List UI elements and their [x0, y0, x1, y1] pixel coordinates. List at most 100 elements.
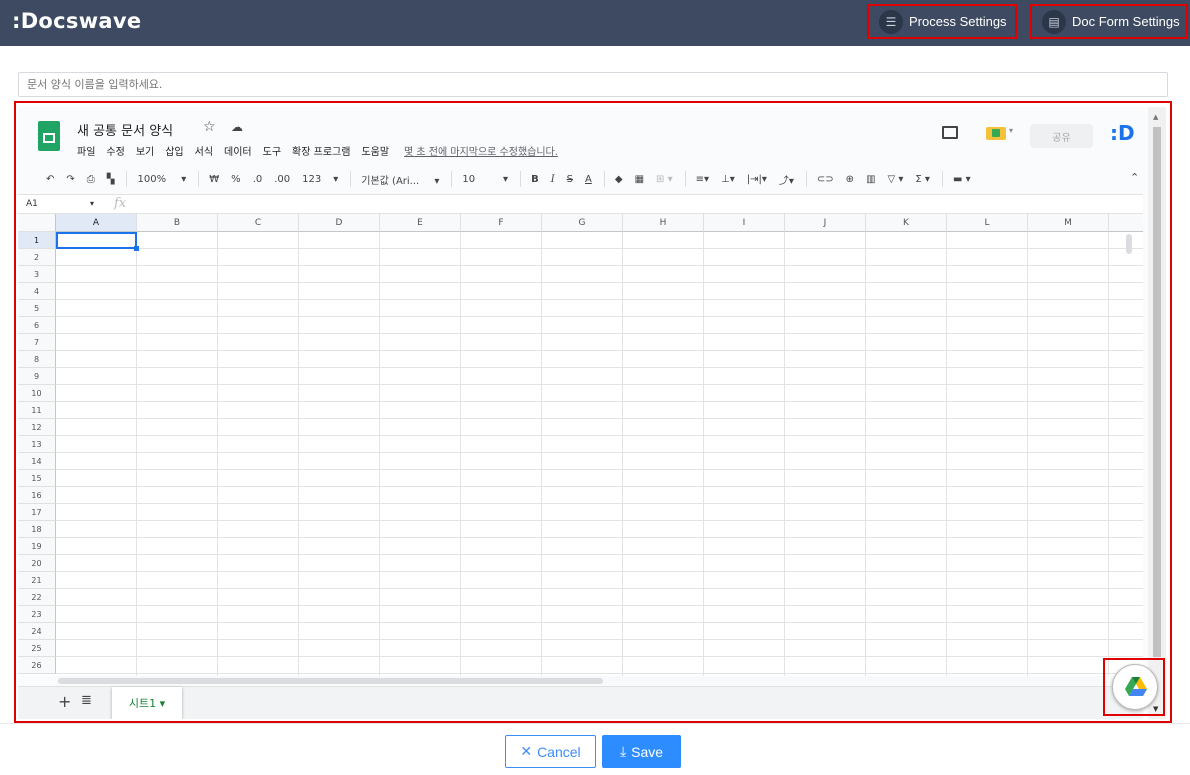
- row-header[interactable]: 11: [18, 402, 56, 419]
- zoom-select[interactable]: 100% ▾: [137, 174, 186, 185]
- cell-grid[interactable]: A B C D E F G H I J K L M 1 2 3 4 5 6 7 8 9 10 11 12 13 14 15 16 17 18…: [18, 214, 1143, 676]
- print-icon[interactable]: ⎙: [87, 174, 95, 185]
- column-header[interactable]: C: [218, 214, 299, 232]
- sheet-tab[interactable]: 시트1 ▾: [112, 687, 182, 719]
- column-header[interactable]: J: [785, 214, 866, 232]
- name-box-chevron-icon[interactable]: ▾: [90, 199, 94, 208]
- row-header[interactable]: 7: [18, 334, 56, 351]
- form-name-input[interactable]: [18, 72, 1168, 97]
- row-header[interactable]: 4: [18, 283, 56, 300]
- row-header[interactable]: 23: [18, 606, 56, 623]
- bold-icon[interactable]: B: [531, 174, 539, 185]
- align-vertical-icon[interactable]: ⊥▾: [721, 174, 735, 185]
- row-header[interactable]: 8: [18, 351, 56, 368]
- percent-format-button[interactable]: %: [231, 174, 241, 185]
- horizontal-scrollbar[interactable]: [56, 676, 1143, 685]
- font-select[interactable]: 기본값 (Ari... ▾: [361, 172, 439, 187]
- paint-format-icon[interactable]: ▚: [107, 174, 115, 185]
- row-header[interactable]: 12: [18, 419, 56, 436]
- column-header[interactable]: B: [137, 214, 218, 232]
- column-header[interactable]: G: [542, 214, 623, 232]
- row-header[interactable]: 2: [18, 249, 56, 266]
- collapse-toolbar-icon[interactable]: ⌃: [1130, 171, 1139, 184]
- decrease-decimal-button[interactable]: .0: [253, 174, 263, 185]
- row-header[interactable]: 22: [18, 589, 56, 606]
- italic-icon[interactable]: I: [551, 174, 555, 185]
- column-header[interactable]: A: [56, 214, 137, 232]
- comment-icon[interactable]: [942, 126, 958, 139]
- more-formats-select[interactable]: 123 ▾: [302, 174, 338, 185]
- select-all-corner[interactable]: [18, 214, 56, 232]
- save-button[interactable]: ⤓ Save: [602, 735, 681, 768]
- last-edit-link[interactable]: 몇 초 전에 마지막으로 수정했습니다.: [404, 143, 558, 158]
- star-icon[interactable]: ☆: [203, 119, 216, 135]
- font-size-select[interactable]: 10 ▾: [462, 174, 508, 185]
- strikethrough-icon[interactable]: S: [567, 174, 573, 185]
- row-header[interactable]: 24: [18, 623, 56, 640]
- row-header[interactable]: 21: [18, 572, 56, 589]
- chevron-down-icon[interactable]: ▾: [1009, 126, 1013, 135]
- share-button[interactable]: 공유: [1030, 124, 1093, 148]
- row-header[interactable]: 14: [18, 453, 56, 470]
- row-header[interactable]: 20: [18, 555, 56, 572]
- name-box[interactable]: A1: [26, 199, 38, 209]
- column-header[interactable]: H: [623, 214, 704, 232]
- column-header[interactable]: K: [866, 214, 947, 232]
- process-settings-button[interactable]: ☰ Process Settings: [867, 4, 1017, 39]
- text-rotation-icon[interactable]: ⤴▾: [779, 172, 794, 187]
- vertical-scroll-thumb[interactable]: [1153, 127, 1161, 657]
- menu-edit[interactable]: 수정: [106, 143, 124, 158]
- all-sheets-icon[interactable]: ≣: [81, 693, 92, 708]
- active-cell[interactable]: [56, 232, 139, 251]
- row-header[interactable]: 15: [18, 470, 56, 487]
- menu-tools[interactable]: 도구: [263, 143, 281, 158]
- row-header[interactable]: 9: [18, 368, 56, 385]
- row-header[interactable]: 25: [18, 640, 56, 657]
- sheet-title[interactable]: 새 공통 문서 양식: [77, 120, 173, 139]
- text-color-icon[interactable]: A: [585, 174, 592, 185]
- row-header[interactable]: 13: [18, 436, 56, 453]
- docswave-addon-icon[interactable]: :D: [1110, 121, 1135, 145]
- text-wrap-icon[interactable]: |⇥|▾: [747, 174, 767, 185]
- grid-scroll-thumb[interactable]: [1126, 234, 1132, 254]
- redo-icon[interactable]: ↷: [66, 174, 74, 185]
- menu-help[interactable]: 도움말: [361, 143, 389, 158]
- column-header[interactable]: I: [704, 214, 785, 232]
- menu-view[interactable]: 보기: [136, 143, 154, 158]
- row-header[interactable]: 3: [18, 266, 56, 283]
- column-header[interactable]: F: [461, 214, 542, 232]
- row-header[interactable]: 5: [18, 300, 56, 317]
- row-header[interactable]: 26: [18, 657, 56, 674]
- meet-icon[interactable]: [986, 127, 1006, 140]
- menu-file[interactable]: 파일: [77, 143, 95, 158]
- vertical-scrollbar[interactable]: ▲ ▼: [1148, 107, 1166, 719]
- menu-format[interactable]: 서식: [195, 143, 213, 158]
- row-header[interactable]: 19: [18, 538, 56, 555]
- menu-insert[interactable]: 삽입: [165, 143, 183, 158]
- row-header[interactable]: 1: [18, 232, 56, 249]
- menu-extensions[interactable]: 확장 프로그램: [292, 143, 350, 158]
- google-drive-button[interactable]: [1112, 664, 1158, 710]
- undo-icon[interactable]: ↶: [46, 174, 54, 185]
- docswave-logo[interactable]: :Docswave: [12, 9, 141, 33]
- scroll-up-icon[interactable]: ▲: [1153, 113, 1158, 121]
- menu-data[interactable]: 데이터: [224, 143, 252, 158]
- cloud-icon[interactable]: ☁: [231, 120, 243, 134]
- align-horizontal-icon[interactable]: ≡▾: [696, 174, 709, 185]
- column-header[interactable]: L: [947, 214, 1028, 232]
- currency-format-button[interactable]: ₩: [209, 174, 219, 185]
- link-icon[interactable]: ⊂⊃: [817, 174, 834, 185]
- borders-icon[interactable]: ▦: [635, 174, 644, 185]
- column-header[interactable]: D: [299, 214, 380, 232]
- column-header[interactable]: M: [1028, 214, 1109, 232]
- horizontal-scroll-thumb[interactable]: [58, 678, 603, 684]
- fill-color-icon[interactable]: ◆: [615, 174, 623, 185]
- doc-form-settings-button[interactable]: ▤ Doc Form Settings: [1030, 4, 1188, 39]
- column-header[interactable]: E: [380, 214, 461, 232]
- filter-icon[interactable]: ▽ ▾: [888, 174, 904, 185]
- row-header[interactable]: 16: [18, 487, 56, 504]
- sheets-logo-icon[interactable]: [38, 121, 60, 151]
- merge-cells-icon[interactable]: ⊞ ▾: [656, 174, 673, 185]
- row-header[interactable]: 17: [18, 504, 56, 521]
- increase-decimal-button[interactable]: .00: [274, 174, 290, 185]
